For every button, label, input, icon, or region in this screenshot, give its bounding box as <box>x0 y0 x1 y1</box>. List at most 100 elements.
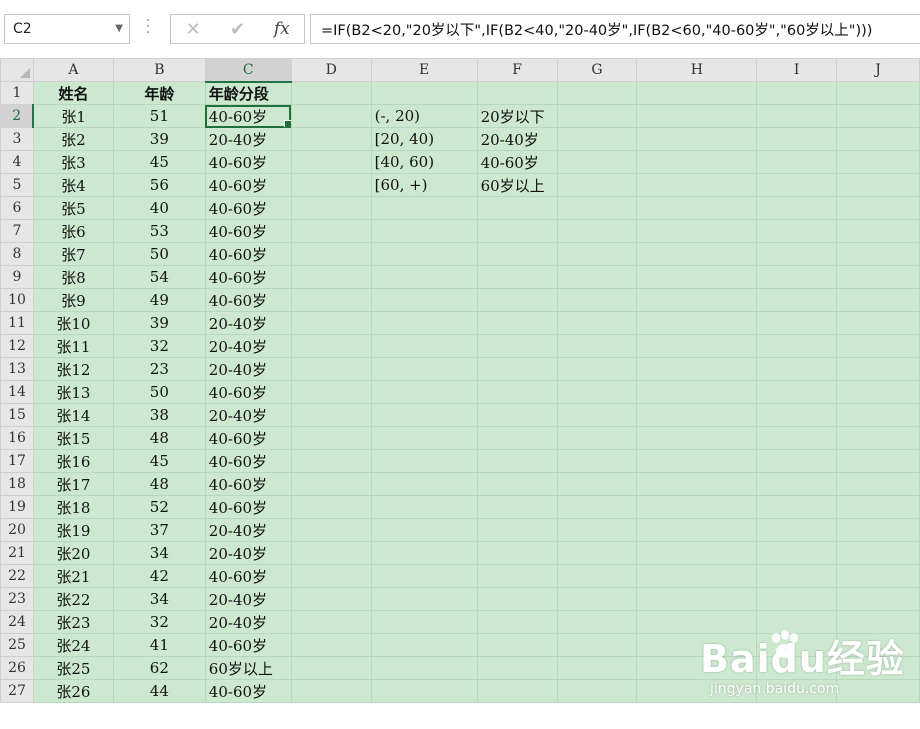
cell[interactable] <box>836 357 920 381</box>
cell[interactable] <box>370 449 478 473</box>
cell[interactable] <box>370 81 478 105</box>
cell-name[interactable]: 张6 <box>32 219 114 243</box>
row-header[interactable]: 6 <box>0 196 34 220</box>
cell-age[interactable]: 56 <box>112 173 206 197</box>
cell[interactable] <box>836 311 920 335</box>
cell[interactable] <box>756 357 838 381</box>
cell[interactable] <box>636 472 758 496</box>
cell[interactable] <box>556 81 638 105</box>
cell[interactable] <box>756 610 838 634</box>
cell[interactable] <box>556 518 638 542</box>
cell[interactable] <box>476 311 558 335</box>
row-header[interactable]: 18 <box>0 472 34 496</box>
cell-segment[interactable]: 20-40岁 <box>204 127 292 151</box>
cell-segment[interactable]: 60岁以上 <box>204 656 292 680</box>
column-header-f[interactable]: F <box>476 58 558 82</box>
cell-age[interactable]: 44 <box>112 679 206 703</box>
cell-lookup-range[interactable]: [60, +) <box>370 173 478 197</box>
cell[interactable] <box>556 403 638 427</box>
chevron-down-icon[interactable]: ▼ <box>115 23 123 34</box>
cell[interactable] <box>556 196 638 220</box>
cell[interactable] <box>636 518 758 542</box>
cell-age[interactable]: 49 <box>112 288 206 312</box>
cell[interactable] <box>636 679 758 703</box>
column-header-a[interactable]: A <box>32 58 114 82</box>
cell[interactable] <box>370 610 478 634</box>
cell[interactable] <box>370 495 478 519</box>
cell[interactable] <box>370 265 478 289</box>
cell-segment[interactable]: 20-40岁 <box>204 518 292 542</box>
cell[interactable] <box>756 196 838 220</box>
cell[interactable] <box>556 679 638 703</box>
cell[interactable] <box>476 518 558 542</box>
cell[interactable] <box>836 449 920 473</box>
column-header-i[interactable]: I <box>756 58 838 82</box>
cell[interactable] <box>836 288 920 312</box>
cell[interactable] <box>290 633 372 657</box>
cell[interactable] <box>836 495 920 519</box>
cell[interactable] <box>556 633 638 657</box>
row-header[interactable]: 5 <box>0 173 34 197</box>
cell-segment[interactable]: 40-60岁 <box>204 633 292 657</box>
cell[interactable] <box>556 104 638 128</box>
cell[interactable] <box>370 380 478 404</box>
cell[interactable] <box>556 334 638 358</box>
row-header[interactable]: 1 <box>0 81 34 105</box>
cell-age[interactable]: 32 <box>112 334 206 358</box>
cell[interactable] <box>556 311 638 335</box>
cell-segment[interactable]: 20-40岁 <box>204 541 292 565</box>
cell[interactable] <box>290 564 372 588</box>
cell[interactable] <box>556 587 638 611</box>
cell-age[interactable]: 41 <box>112 633 206 657</box>
cell-lookup-label[interactable]: 40-60岁 <box>476 150 558 174</box>
row-header[interactable]: 23 <box>0 587 34 611</box>
row-header[interactable]: 16 <box>0 426 34 450</box>
cell-age[interactable]: 38 <box>112 403 206 427</box>
cell[interactable] <box>636 357 758 381</box>
cell[interactable] <box>836 380 920 404</box>
cell-age[interactable]: 39 <box>112 127 206 151</box>
cell[interactable] <box>636 610 758 634</box>
cell[interactable] <box>636 403 758 427</box>
cell[interactable] <box>556 541 638 565</box>
cell[interactable] <box>836 81 920 105</box>
cell-segment[interactable]: 40-60岁 <box>204 288 292 312</box>
cell[interactable] <box>636 541 758 565</box>
cell-a1[interactable]: 姓名 <box>32 81 114 105</box>
cell[interactable] <box>636 426 758 450</box>
cell-segment[interactable]: 40-60岁 <box>204 564 292 588</box>
cell-segment[interactable]: 40-60岁 <box>204 495 292 519</box>
cell[interactable] <box>836 564 920 588</box>
cell[interactable] <box>476 610 558 634</box>
cell-segment[interactable]: 40-60岁 <box>204 150 292 174</box>
cell[interactable] <box>836 403 920 427</box>
cell-name[interactable]: 张23 <box>32 610 114 634</box>
cell[interactable] <box>290 334 372 358</box>
cell[interactable] <box>556 288 638 312</box>
cell-name[interactable]: 张22 <box>32 587 114 611</box>
cell[interactable] <box>476 633 558 657</box>
cell[interactable] <box>836 541 920 565</box>
cell-name[interactable]: 张5 <box>32 196 114 220</box>
cell[interactable] <box>370 196 478 220</box>
row-header[interactable]: 3 <box>0 127 34 151</box>
cell-age[interactable]: 62 <box>112 656 206 680</box>
column-header-j[interactable]: J <box>836 58 920 82</box>
cell[interactable] <box>836 426 920 450</box>
cell[interactable] <box>756 150 838 174</box>
row-header[interactable]: 10 <box>0 288 34 312</box>
cell[interactable] <box>556 265 638 289</box>
cell[interactable] <box>556 242 638 266</box>
cell[interactable] <box>476 426 558 450</box>
cell[interactable] <box>370 219 478 243</box>
cell-segment[interactable]: 40-60岁 <box>204 265 292 289</box>
cell-age[interactable]: 23 <box>112 357 206 381</box>
cell[interactable] <box>836 679 920 703</box>
cell[interactable] <box>370 242 478 266</box>
cell[interactable] <box>756 311 838 335</box>
cell[interactable] <box>636 81 758 105</box>
cell[interactable] <box>836 610 920 634</box>
cell-age[interactable]: 34 <box>112 541 206 565</box>
cell-name[interactable]: 张7 <box>32 242 114 266</box>
cell-age[interactable]: 45 <box>112 449 206 473</box>
